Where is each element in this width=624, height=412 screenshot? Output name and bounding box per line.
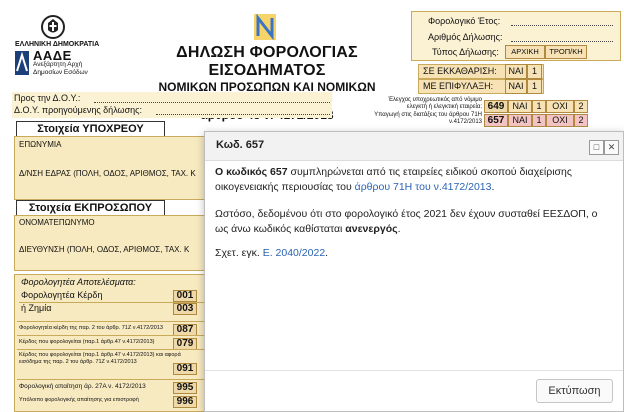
tax-row-code: 996 xyxy=(173,396,197,408)
results-row-label: ή Ζημία xyxy=(21,303,52,313)
para3-text: Σχετ. εγκ. xyxy=(215,247,263,259)
doy-box: Προς την Δ.Ο.Υ.: Δ.Ο.Υ. προηγούμενης δήλ… xyxy=(12,92,332,118)
row-657: 657 ΝΑΙ 1 ΟΧΙ 2 xyxy=(484,114,588,127)
decl-type-label: Τύπος Δήλωσης: xyxy=(432,47,499,57)
representative-box: ΟΝΟΜΑΤΕΠΩΝΥΜΟ ΔΙΕΥΘΥΝΣΗ (ΠΟΛΗ, ΟΔΟΣ, ΑΡΙ… xyxy=(14,215,208,271)
results-row: ή Ζημία 003 xyxy=(19,303,207,315)
results-box: Φορολογητέα Αποτελέσματα: Φορολογητέα Κέ… xyxy=(14,274,208,412)
greek-emblem-icon xyxy=(40,14,66,40)
circular-link[interactable]: Ε. 2040/2022 xyxy=(263,247,325,259)
close-icon[interactable]: ✕ xyxy=(604,140,619,155)
liquidation-code: 1 xyxy=(527,64,542,79)
para2-text: Ωστόσο, δεδομένου ότι στο φορολογικό έτο… xyxy=(215,208,598,235)
representative-address-label: ΔΙΕΥΘΥΝΣΗ (ΠΟΛΗ, ΟΔΟΣ, ΑΡΙΘΜΟΣ, ΤΑΧ. Κ xyxy=(19,245,190,254)
decl-type-amend[interactable]: ΤΡΟΠ/ΚΗ xyxy=(545,45,587,59)
para1-bold: Ο κωδικός 657 xyxy=(215,166,288,178)
tax-row: Φορολογική απαίτηση άρ. 27Α ν. 4172/2013… xyxy=(17,379,207,394)
657-no-code: 2 xyxy=(574,114,588,127)
dialog-footer-divider xyxy=(205,370,623,371)
liquidation-label: ΣΕ ΕΚΚΑΘΑΡΙΣΗ: xyxy=(423,66,497,76)
control-note: Έλεγχος υποχρεωτικός από νόμιμο ελεγκτή … xyxy=(388,97,482,110)
tax-row-code: 995 xyxy=(173,382,197,394)
small-row-label: Κέρδος που φορολογείται (παρ.1 άρθρ.47 ν… xyxy=(19,339,155,345)
results-row: Φορολογητέα Κέρδη 001 xyxy=(19,290,207,303)
dialog-paragraph-1: Ο κωδικός 657 συμπληρώνεται από τις εται… xyxy=(215,165,611,195)
title-line1: ΔΗΛΩΣΗ ΦΟΡΟΛΟΓΙΑΣ ΕΙΣΟΔΗΜΑΤΟΣ xyxy=(176,44,358,79)
law-article-link[interactable]: άρθρου 71Η του ν.4172/2013 xyxy=(355,181,492,193)
liquidation-yes[interactable]: ΝΑΙ xyxy=(505,64,527,79)
results-row-code: 003 xyxy=(173,303,197,315)
reservation-yes[interactable]: ΝΑΙ xyxy=(505,79,527,94)
doy-prev-label: Δ.Ο.Υ. προηγούμενης δήλωσης: xyxy=(14,105,142,115)
obligor-box: ΕΠΩΝΥΜΙΑ Δ/ΝΣΗ ΕΔΡΑΣ (ΠΟΛΗ, ΟΔΟΣ, ΑΡΙΘΜΟ… xyxy=(14,136,208,200)
small-row: Φορολογητέα κέρδη της παρ. 2 του άρθρ. 7… xyxy=(17,321,207,336)
results-row-code: 001 xyxy=(173,290,197,302)
649-yes[interactable]: ΝΑΙ xyxy=(508,100,532,113)
dialog-paragraph-2: Ωστόσο, δεδομένου ότι στο φορολογικό έτο… xyxy=(215,207,611,237)
liquidation-row: ΣΕ ΕΚΚΑΘΑΡΙΣΗ: ΝΑΙ 1 xyxy=(418,64,544,79)
aade-line3: Δημοσίων Εσόδων xyxy=(33,69,88,76)
dialog-header: Κωδ. 657 □ ✕ xyxy=(205,132,623,161)
dialog-title: Κωδ. 657 xyxy=(216,139,265,151)
649-no-code: 2 xyxy=(574,100,588,113)
tax-row-label: Φορολογική απαίτηση άρ. 27Α ν. 4172/2013 xyxy=(19,383,146,390)
results-title: Φορολογητέα Αποτελέσματα: xyxy=(21,277,136,287)
small-row: Κέρδος που φορολογείται (παρ.1 άρθρ.47 ν… xyxy=(17,349,207,375)
code-657: 657 xyxy=(484,114,508,127)
results-row-label: Φορολογητέα Κέρδη xyxy=(21,290,103,300)
print-button[interactable]: Εκτύπωση xyxy=(536,379,613,403)
doy-to-input[interactable] xyxy=(94,102,330,103)
657-no[interactable]: ΟΧΙ xyxy=(546,114,574,127)
row-649: 649 ΝΑΙ 1 ΟΧΙ 2 xyxy=(484,100,588,113)
code-649: 649 xyxy=(484,100,508,113)
aade-logo-icon xyxy=(15,49,29,77)
doy-prev-input[interactable] xyxy=(156,114,330,115)
small-row: Κέρδος που φορολογείται (παρ.1 άρθρ.47 ν… xyxy=(17,335,207,350)
tax-year-label: Φορολογικό Έτος: xyxy=(428,16,501,26)
649-no[interactable]: ΟΧΙ xyxy=(546,100,574,113)
tax-row-label: Υπόλοιπο φορολογικής απαίτησης για επιστ… xyxy=(19,397,139,403)
reservation-code: 1 xyxy=(527,79,542,94)
reservation-row: ΜΕ ΕΠΙΦΥΛΑΞΗ: ΝΑΙ 1 xyxy=(418,79,544,94)
para2-end: . xyxy=(397,223,401,235)
aade-line2: Ανεξάρτητη Αρχή xyxy=(33,61,83,68)
authority-name: ΕΛΛΗΝΙΚΗ ΔΗΜΟΚΡΑΤΙΑ xyxy=(15,41,100,48)
657-yes[interactable]: ΝΑΙ xyxy=(508,114,532,127)
maximize-icon[interactable]: □ xyxy=(589,140,604,155)
decl-number-input[interactable] xyxy=(511,41,613,42)
obligor-address-label: Δ/ΝΣΗ ΕΔΡΑΣ (ΠΟΛΗ, ΟΔΟΣ, ΑΡΙΘΜΟΣ, ΤΑΧ. Κ xyxy=(19,169,196,178)
subject-note: Υπαγωγή στις διατάξεις του άρθρου 71Η ν.… xyxy=(374,112,482,125)
n-logo-icon xyxy=(254,13,276,41)
small-row-label: Κέρδος που φορολογείται (παρ.1 άρθρ.47 ν… xyxy=(19,352,181,365)
representative-name-label: ΟΝΟΜΑΤΕΠΩΝΥΜΟ xyxy=(19,218,95,227)
para3-end: . xyxy=(325,247,329,259)
small-row-code: 091 xyxy=(173,363,197,375)
dialog-paragraph-3: Σχετ. εγκ. Ε. 2040/2022. xyxy=(215,246,611,261)
reservation-label: ΜΕ ΕΠΙΦΥΛΑΞΗ: xyxy=(423,81,494,91)
tax-year-input[interactable] xyxy=(511,25,613,26)
649-yes-code: 1 xyxy=(532,100,546,113)
657-yes-code: 1 xyxy=(532,114,546,127)
tax-row: Υπόλοιπο φορολογικής απαίτησης για επιστ… xyxy=(17,394,207,408)
doy-to-label: Προς την Δ.Ο.Υ.: xyxy=(14,93,81,103)
small-row-label: Φορολογητέα κέρδη της παρ. 2 του άρθρ. 7… xyxy=(19,325,163,331)
obligor-name-label: ΕΠΩΝΥΜΙΑ xyxy=(19,140,62,149)
decl-number-label: Αριθμός Δήλωσης: xyxy=(428,32,503,42)
para1-end: . xyxy=(491,181,495,193)
decl-type-initial[interactable]: ΑΡΧΙΚΗ xyxy=(505,45,545,59)
para2-bold: ανενεργός xyxy=(345,223,398,235)
info-dialog: Κωδ. 657 □ ✕ Ο κωδικός 657 συμπληρώνεται… xyxy=(204,131,624,412)
